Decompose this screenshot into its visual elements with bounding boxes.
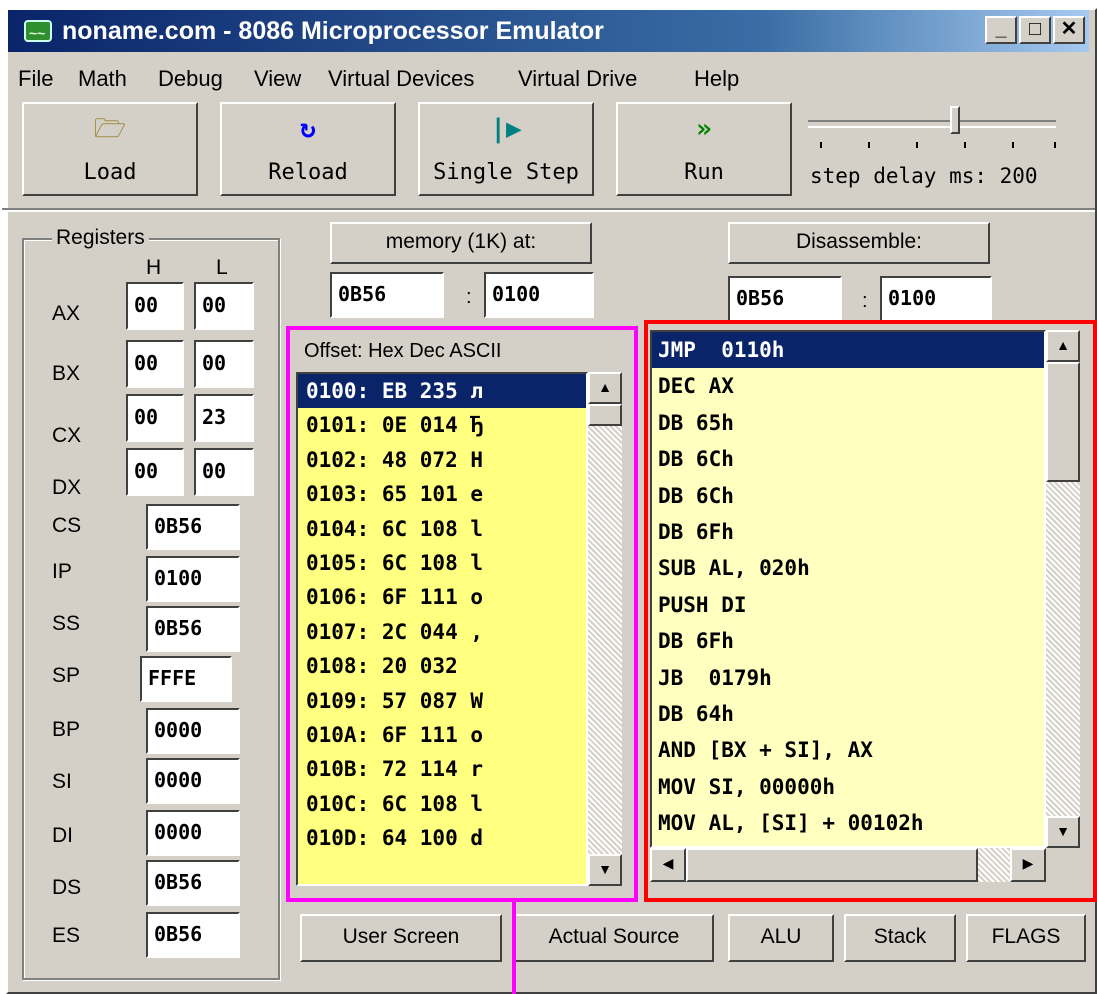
run-icon: » — [696, 114, 712, 144]
memory-pointer-line — [512, 900, 516, 994]
cs-label: CS — [52, 514, 82, 537]
di-field[interactable]: 0000 — [146, 810, 240, 856]
title-bar[interactable]: noname.com - 8086 Microprocessor Emulato… — [8, 10, 1089, 54]
cx-label: CX — [52, 424, 82, 447]
slider-tick — [1054, 142, 1056, 148]
menu-help[interactable]: Help — [694, 66, 739, 92]
bx-low-field[interactable]: 00 — [194, 340, 254, 388]
reload-icon: ↻ — [300, 114, 316, 144]
ds-field[interactable]: 0B56 — [146, 860, 240, 906]
ip-field[interactable]: 0100 — [146, 556, 240, 602]
single-step-button[interactable]: |▶ Single Step — [418, 102, 594, 196]
dx-high-field[interactable]: 00 — [126, 448, 184, 496]
registers-title: Registers — [52, 226, 149, 250]
menu-virtual-devices[interactable]: Virtual Devices — [328, 66, 474, 92]
high-byte-header: H — [146, 256, 162, 279]
step-delay-slider[interactable] — [808, 120, 1056, 128]
disassemble-colon: : — [862, 290, 868, 312]
run-button[interactable]: » Run — [616, 102, 792, 196]
memory-at-button[interactable]: memory (1K) at: — [330, 222, 592, 264]
memory-colon: : — [466, 286, 472, 308]
flags-button[interactable]: FLAGS — [966, 914, 1086, 962]
disassemble-offset-field[interactable]: 0100 — [880, 276, 992, 322]
actual-source-button[interactable]: Actual Source — [514, 914, 714, 962]
bp-label: BP — [52, 718, 81, 741]
ss-label: SS — [52, 612, 81, 635]
app-icon — [24, 12, 52, 54]
slider-tick — [964, 142, 966, 148]
sp-field[interactable]: FFFE — [140, 656, 232, 702]
user-screen-button[interactable]: User Screen — [300, 914, 502, 962]
close-button[interactable]: ✕ — [1053, 16, 1085, 44]
dx-low-field[interactable]: 00 — [194, 448, 254, 496]
menu-view[interactable]: View — [254, 66, 301, 92]
memory-highlight-outline — [286, 326, 638, 902]
disassembly-highlight-outline — [644, 320, 1097, 902]
single-step-label: Single Step — [433, 160, 579, 185]
si-label: SI — [52, 770, 72, 793]
load-button[interactable]: 🗁 Load — [22, 102, 198, 196]
cs-field[interactable]: 0B56 — [146, 504, 240, 550]
ss-field[interactable]: 0B56 — [146, 606, 240, 652]
slider-tick — [820, 142, 822, 148]
toolbar-divider — [2, 208, 1095, 212]
sp-label: SP — [52, 664, 81, 687]
disassemble-segment-field[interactable]: 0B56 — [728, 276, 842, 322]
dx-label: DX — [52, 476, 82, 499]
menu-math[interactable]: Math — [78, 66, 127, 92]
menu-file[interactable]: File — [18, 66, 53, 92]
load-label: Load — [83, 160, 137, 185]
menu-debug[interactable]: Debug — [158, 66, 223, 92]
cx-low-field[interactable]: 23 — [194, 394, 254, 442]
bp-field[interactable]: 0000 — [146, 708, 240, 754]
memory-segment-field[interactable]: 0B56 — [330, 272, 444, 318]
ip-label: IP — [52, 560, 72, 583]
reload-label: Reload — [268, 160, 348, 185]
bx-high-field[interactable]: 00 — [126, 340, 184, 388]
maximize-button[interactable]: □ — [1019, 16, 1051, 44]
memory-offset-field[interactable]: 0100 — [484, 272, 594, 318]
slider-tick — [916, 142, 918, 148]
bx-label: BX — [52, 362, 81, 385]
ax-high-field[interactable]: 00 — [126, 282, 184, 330]
ds-label: DS — [52, 876, 82, 899]
step-icon: |▶ — [490, 114, 522, 144]
reload-button[interactable]: ↻ Reload — [220, 102, 396, 196]
minimize-button[interactable]: _ — [985, 16, 1017, 44]
step-delay-slider-thumb[interactable] — [950, 106, 960, 134]
window-title: noname.com - 8086 Microprocessor Emulato… — [62, 17, 604, 45]
alu-button[interactable]: ALU — [728, 914, 834, 962]
di-label: DI — [52, 824, 73, 847]
stack-button[interactable]: Stack — [844, 914, 956, 962]
cx-high-field[interactable]: 00 — [126, 394, 184, 442]
low-byte-header: L — [216, 256, 228, 279]
es-field[interactable]: 0B56 — [146, 912, 240, 958]
es-label: ES — [52, 924, 81, 947]
slider-tick — [1012, 142, 1014, 148]
slider-tick — [868, 142, 870, 148]
disassemble-button[interactable]: Disassemble: — [728, 222, 990, 264]
open-folder-icon: 🗁 — [93, 114, 127, 144]
menu-virtual-drive[interactable]: Virtual Drive — [518, 66, 637, 92]
step-delay-label: step delay ms: 200 — [810, 164, 1038, 188]
run-label: Run — [684, 160, 724, 185]
si-field[interactable]: 0000 — [146, 758, 240, 804]
ax-low-field[interactable]: 00 — [194, 282, 254, 330]
ax-label: AX — [52, 302, 81, 325]
